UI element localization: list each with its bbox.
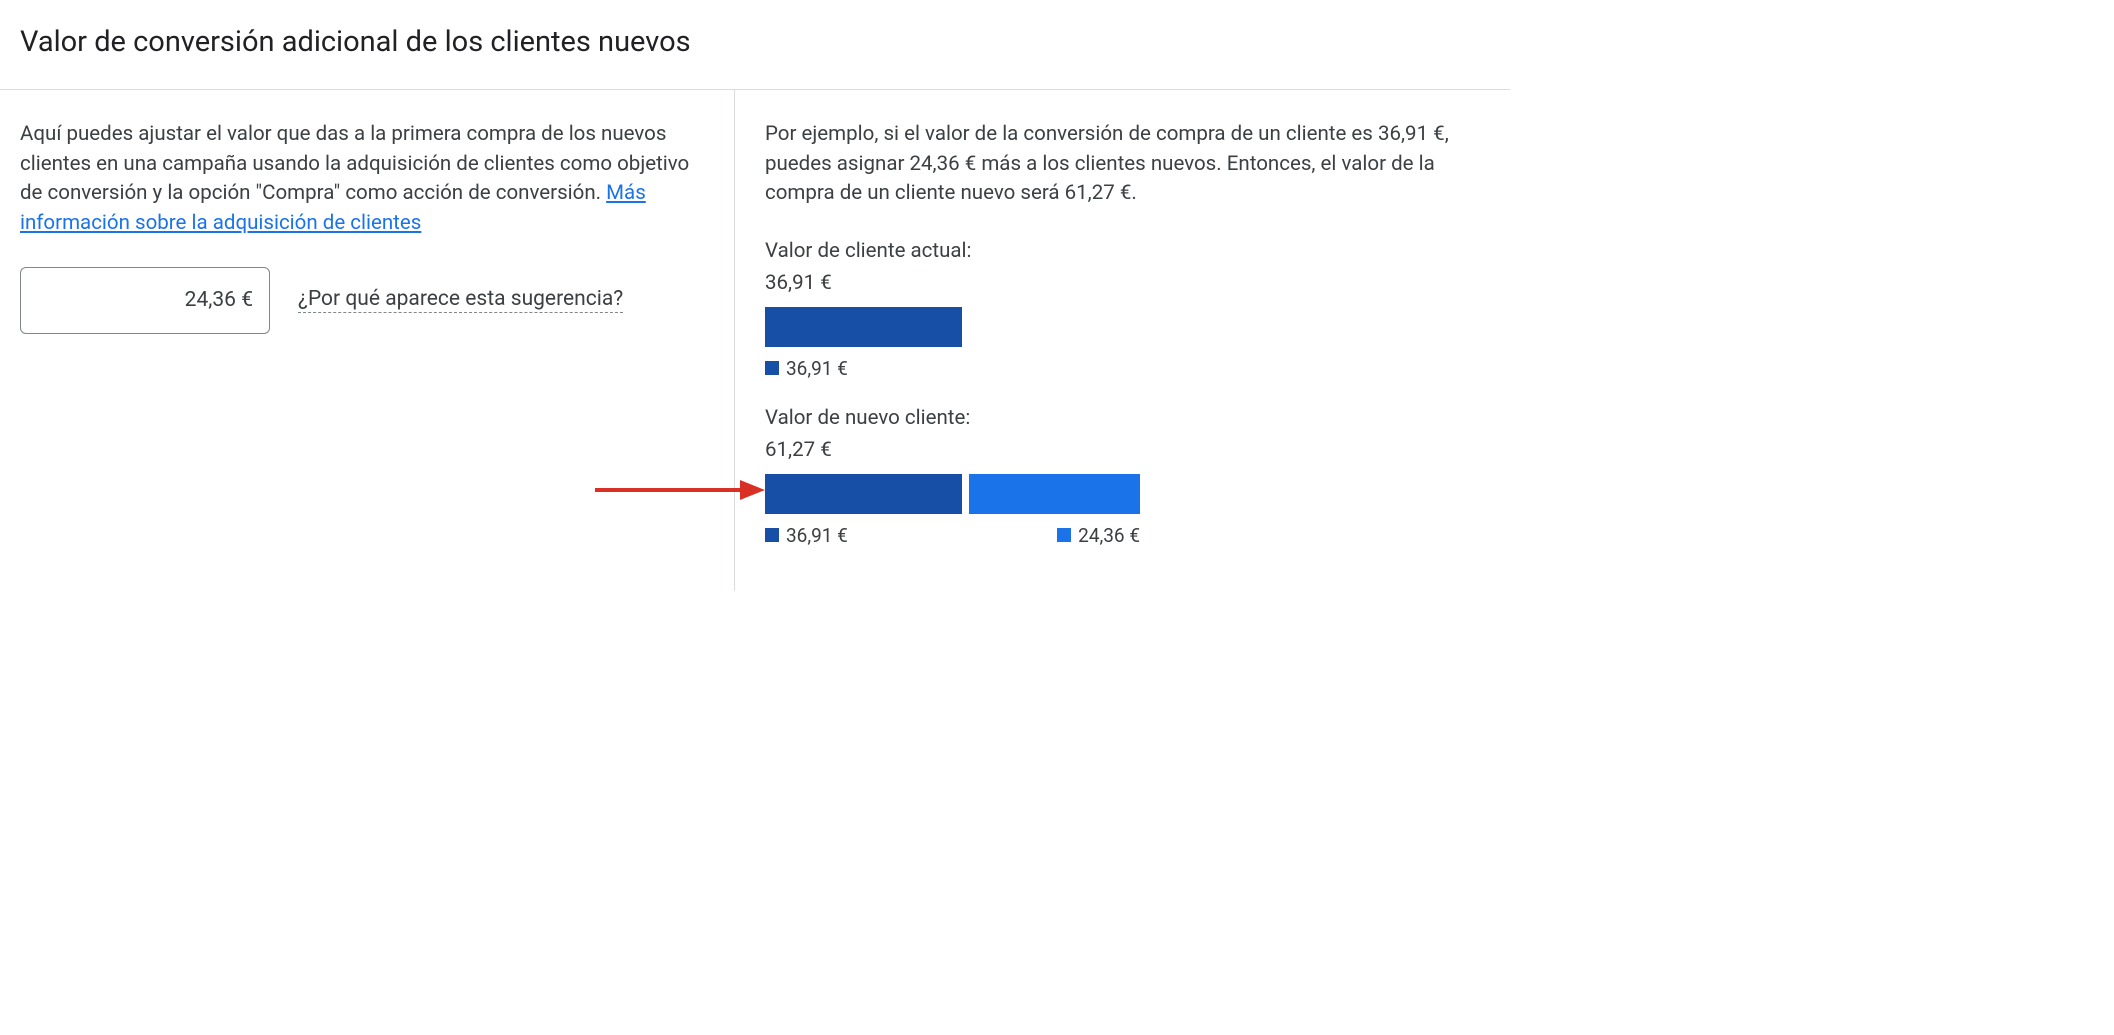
legend-base-value: 36,91 € (786, 522, 848, 550)
additional-value-input[interactable] (20, 267, 270, 334)
legend-swatch-dark-icon (765, 361, 779, 375)
new-customer-label: Valor de nuevo cliente: (765, 404, 1500, 434)
current-customer-label: Valor de cliente actual: (765, 237, 1500, 267)
legend-swatch-dark-icon (765, 528, 779, 542)
new-customer-block: Valor de nuevo cliente: 61,27 € 36,91 € … (765, 404, 1500, 549)
legend-additional-value: 24,36 € (1078, 522, 1140, 550)
panel-header: Valor de conversión adicional de los cli… (0, 0, 1510, 90)
left-column: Aquí puedes ajustar el valor que das a l… (0, 90, 735, 591)
right-column: Por ejemplo, si el valor de la conversió… (735, 90, 1510, 591)
current-customer-value: 36,91 € (765, 269, 1500, 299)
bar-segment-additional (969, 474, 1140, 514)
new-customer-value: 61,27 € (765, 436, 1500, 466)
description-prefix: Aquí puedes ajustar el valor que das a l… (20, 122, 689, 205)
page-title: Valor de conversión adicional de los cli… (20, 25, 1490, 59)
legend-base-value: 36,91 € (786, 355, 848, 383)
legend-item-additional: 24,36 € (1057, 522, 1140, 550)
legend-item-base: 36,91 € (765, 522, 848, 550)
legend-item-base: 36,91 € (765, 355, 848, 383)
new-customer-bar (765, 474, 1500, 514)
bar-segment-base (765, 307, 962, 347)
legend-swatch-light-icon (1057, 528, 1071, 542)
current-customer-bar (765, 307, 1500, 347)
bar-segment-base (765, 474, 962, 514)
current-customer-block: Valor de cliente actual: 36,91 € 36,91 € (765, 237, 1500, 382)
description-text: Aquí puedes ajustar el valor que das a l… (20, 120, 714, 239)
example-text: Por ejemplo, si el valor de la conversió… (765, 120, 1500, 209)
why-suggestion-tooltip[interactable]: ¿Por qué aparece esta sugerencia? (298, 287, 623, 313)
